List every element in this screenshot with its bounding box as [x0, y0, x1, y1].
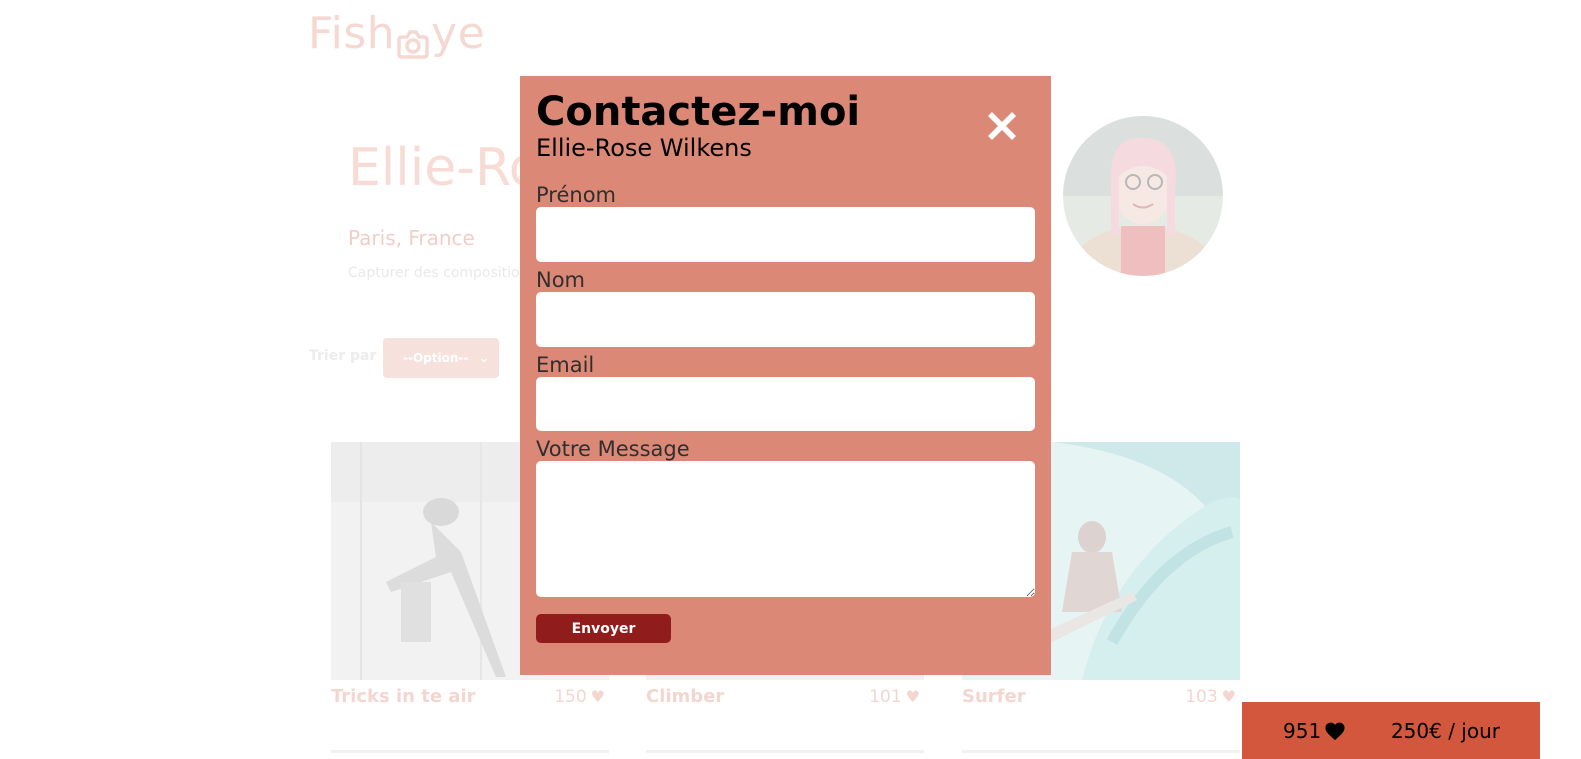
media-card-edge [962, 750, 1240, 753]
heart-icon[interactable]: ♥ [1222, 687, 1236, 706]
logo-text-left: Fish [308, 7, 396, 59]
media-card-edge [646, 750, 924, 753]
media-likes[interactable]: 150 ♥ [554, 687, 609, 707]
total-likes-count: 951 [1283, 718, 1322, 743]
email-label: Email [536, 353, 595, 377]
firstname-field[interactable] [536, 207, 1035, 262]
logo-text-right: ye [431, 7, 486, 59]
fisheye-logo[interactable]: Fish ye [308, 7, 486, 59]
media-card-edge [331, 750, 609, 753]
close-icon[interactable] [982, 106, 1022, 146]
likes-price-counter: 951 250€ / jour [1242, 702, 1540, 759]
media-title: Tricks in te air [331, 686, 476, 707]
media-likes[interactable]: 103 ♥ [1185, 687, 1240, 707]
sort-label: Trier par [309, 348, 377, 364]
contact-modal: Contactez-moi Ellie-Rose Wilkens Prénom … [520, 76, 1051, 675]
camera-icon [396, 19, 430, 59]
heart-icon[interactable]: ♥ [591, 687, 605, 706]
heart-icon [1324, 721, 1346, 741]
media-title: Surfer [962, 686, 1026, 707]
chevron-down-icon: ⌄ [478, 351, 489, 365]
send-button[interactable]: Envoyer [536, 614, 671, 643]
heart-icon[interactable]: ♥ [906, 687, 920, 706]
price-per-day: 250€ / jour [1390, 718, 1500, 743]
email-field[interactable] [536, 377, 1035, 431]
photographer-location: Paris, France [348, 226, 475, 250]
media-likes-count: 101 [869, 686, 902, 707]
media-likes[interactable]: 101 ♥ [869, 687, 924, 707]
total-likes: 951 [1283, 719, 1346, 743]
avatar [1063, 116, 1223, 276]
modal-title: Contactez-moi [536, 89, 861, 135]
media-likes-count: 103 [1185, 686, 1218, 707]
message-field[interactable] [536, 461, 1035, 597]
photographer-tagline: Capturer des compositions [348, 265, 536, 281]
message-label: Votre Message [536, 437, 690, 461]
firstname-label: Prénom [536, 183, 617, 207]
media-likes-count: 150 [554, 686, 587, 707]
media-title: Climber [646, 686, 725, 707]
sort-selected-value: --Option-- [403, 351, 469, 365]
modal-photographer-name: Ellie-Rose Wilkens [536, 134, 752, 162]
lastname-field[interactable] [536, 292, 1035, 347]
lastname-label: Nom [536, 268, 586, 292]
sort-select[interactable]: --Option-- ⌄ [383, 338, 499, 378]
photographer-name: Ellie-Ro [348, 138, 541, 198]
